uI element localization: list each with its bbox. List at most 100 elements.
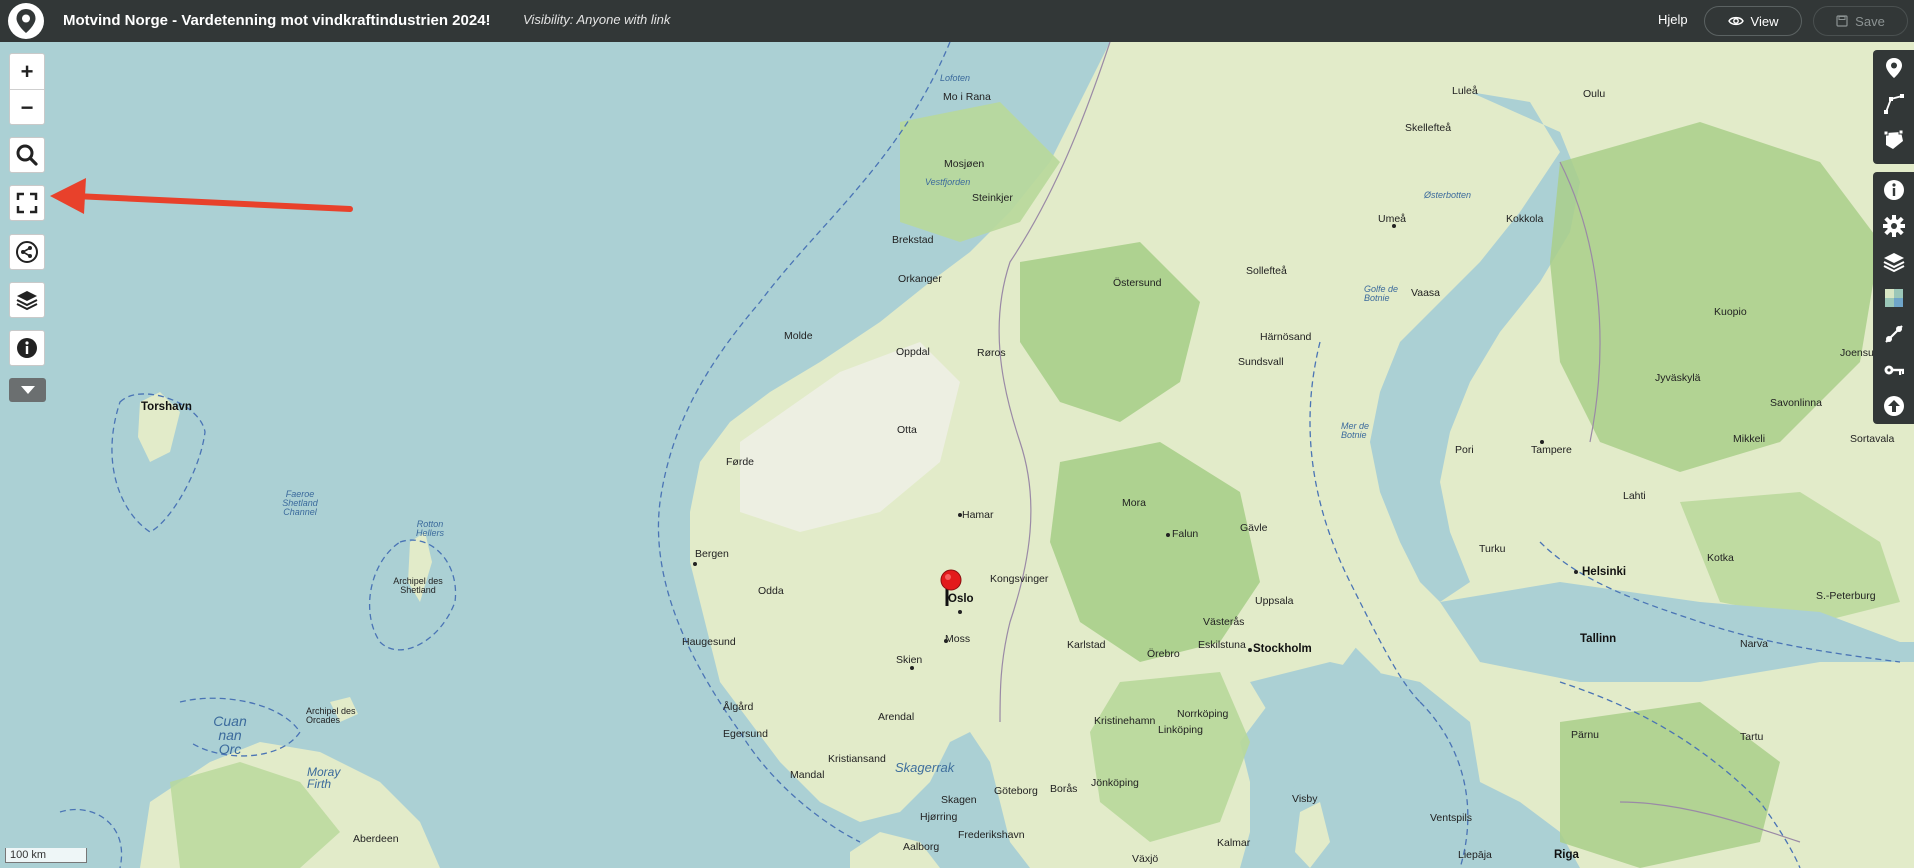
info-button[interactable] <box>9 330 45 366</box>
city-label-visby: Visby <box>1292 793 1318 805</box>
share-icon <box>16 241 38 263</box>
city-label-egersund: Egersund <box>723 728 768 740</box>
draw-marker-button[interactable] <box>1873 50 1914 86</box>
city-label-steinkjer: Steinkjer <box>972 192 1013 204</box>
polyline-icon <box>1883 94 1904 114</box>
more-controls-button[interactable] <box>9 378 46 402</box>
city-label-mikkeli: Mikkeli <box>1733 433 1766 445</box>
city-label-frederikshavn: Frederikshavn <box>958 829 1025 841</box>
map-settings-button[interactable] <box>1873 208 1914 244</box>
draw-polyline-button[interactable] <box>1873 86 1914 122</box>
sea-label-skagerrak: Skagerrak <box>895 760 955 775</box>
map-title[interactable]: Motvind Norge - Vardetenning mot vindkra… <box>63 12 491 29</box>
city-dot-bergen <box>693 562 697 566</box>
water-label-mer-de-botnie: Mer de Botnie <box>1341 421 1370 440</box>
permissions-button[interactable] <box>1873 352 1914 388</box>
city-label-karlstad: Karlstad <box>1067 639 1106 651</box>
edit-toolbar-settings <box>1873 172 1914 424</box>
view-button[interactable]: View <box>1704 6 1802 36</box>
city-label-kristiansand: Kristiansand <box>828 753 886 765</box>
zoom-out-button[interactable]: − <box>10 89 44 125</box>
city-label-sortavala: Sortavala <box>1850 433 1895 445</box>
tile-layer-icon <box>1884 289 1903 307</box>
water-label-moray-firth: Moray Firth <box>307 765 341 791</box>
layers-button[interactable] <box>9 282 45 318</box>
city-label-orebro: Örebro <box>1147 648 1180 660</box>
city-label-mora: Mora <box>1122 497 1146 509</box>
city-label-odda: Odda <box>758 585 784 597</box>
water-label-rotton-hellers: Rotton Hellers <box>415 519 444 538</box>
city-label-skagen: Skagen <box>941 794 977 806</box>
city-label-aalborg: Aalborg <box>903 841 940 853</box>
city-label-kristinehamn: Kristinehamn <box>1094 715 1156 727</box>
map-marker-pin[interactable] <box>938 568 964 608</box>
label-archipel-shetland: Archipel des Shetland <box>393 576 443 595</box>
fullscreen-button[interactable] <box>9 185 45 221</box>
water-label-cuan-nan-orc: Cuan nan Orc <box>213 713 247 757</box>
city-dot-skien <box>910 666 914 670</box>
key-icon <box>1884 365 1904 375</box>
edit-link-icon <box>1884 325 1903 343</box>
visibility-status: Visibility: Anyone with link <box>523 12 671 27</box>
city-label-algard: Ålgård <box>723 701 754 713</box>
water-label-osterbotten: Østerbotten <box>1424 190 1472 200</box>
gear-icon <box>1882 215 1905 237</box>
zoom-in-button[interactable]: + <box>10 54 44 89</box>
search-button[interactable] <box>9 137 45 173</box>
city-label-vaasa: Vaasa <box>1411 287 1440 299</box>
city-label-kalmar: Kalmar <box>1217 837 1251 849</box>
city-label-hamar: Hamar <box>962 509 994 521</box>
city-dot-oslo <box>958 610 962 614</box>
city-label-boras: Borås <box>1050 783 1078 795</box>
view-label: View <box>1750 13 1779 29</box>
city-label-liepaja: Liepāja <box>1458 849 1492 861</box>
city-label-orkanger: Orkanger <box>898 273 942 285</box>
city-dot-hamar <box>958 513 962 517</box>
info-icon <box>17 338 37 358</box>
map-info-button[interactable] <box>1873 172 1914 208</box>
share-button[interactable] <box>9 234 45 270</box>
city-label-sundsvall: Sundsvall <box>1238 356 1284 368</box>
city-label-molde: Molde <box>784 330 813 342</box>
city-label-roros: Røros <box>977 347 1006 359</box>
city-label-parnu: Pärnu <box>1571 729 1600 741</box>
map-marker-logo[interactable] <box>8 3 44 39</box>
map-scale: 100 km <box>5 848 87 863</box>
city-label-forde: Førde <box>726 456 755 468</box>
city-label-norrkoping: Norrköping <box>1177 708 1229 720</box>
water-label-faeroe-shetland: Faeroe Shetland Channel <box>282 489 318 517</box>
city-label-harnosand: Härnösand <box>1260 331 1312 343</box>
fullscreen-icon <box>16 192 38 214</box>
city-label-lulea: Luleå <box>1452 85 1478 97</box>
city-label-helsinki: Helsinki <box>1582 566 1627 578</box>
tile-layer-button[interactable] <box>1873 280 1914 316</box>
city-label-kokkola: Kokkola <box>1506 213 1544 225</box>
map-canvas[interactable]: Oslo Stockholm Helsinki Tallinn Riga Tor… <box>0 42 1914 868</box>
city-label-oulu: Oulu <box>1583 88 1606 100</box>
layers-icon <box>1883 253 1904 273</box>
city-label-umea: Umeå <box>1378 213 1407 225</box>
save-button[interactable]: Save <box>1813 6 1908 36</box>
draw-polygon-button[interactable] <box>1873 122 1914 158</box>
city-label-tallinn: Tallinn <box>1580 633 1617 645</box>
city-label-kuopio: Kuopio <box>1714 306 1747 318</box>
edit-links-button[interactable] <box>1873 316 1914 352</box>
water-label-vestfjorden: Vestfjorden <box>925 177 971 187</box>
city-label-ostersund: Östersund <box>1113 277 1162 289</box>
city-label-falun: Falun <box>1172 528 1199 540</box>
city-label-moss: Moss <box>945 633 971 645</box>
manage-layers-button[interactable] <box>1873 244 1914 280</box>
city-label-vasteras: Västerås <box>1203 616 1245 628</box>
info-icon <box>1883 180 1904 200</box>
city-label-skien: Skien <box>896 654 923 666</box>
upload-icon <box>1883 396 1904 416</box>
import-button[interactable] <box>1873 388 1914 424</box>
city-label-gavle: Gävle <box>1240 522 1268 534</box>
city-dot-stockholm <box>1248 648 1252 652</box>
help-link[interactable]: Hjelp <box>1658 12 1688 27</box>
water-label-golfe-de-botnie: Golfe de Botnie <box>1364 284 1399 303</box>
marker-icon <box>1885 58 1902 78</box>
city-label-kotka: Kotka <box>1707 552 1734 564</box>
city-label-narva: Narva <box>1740 638 1769 650</box>
city-dot-tampere <box>1540 440 1544 444</box>
